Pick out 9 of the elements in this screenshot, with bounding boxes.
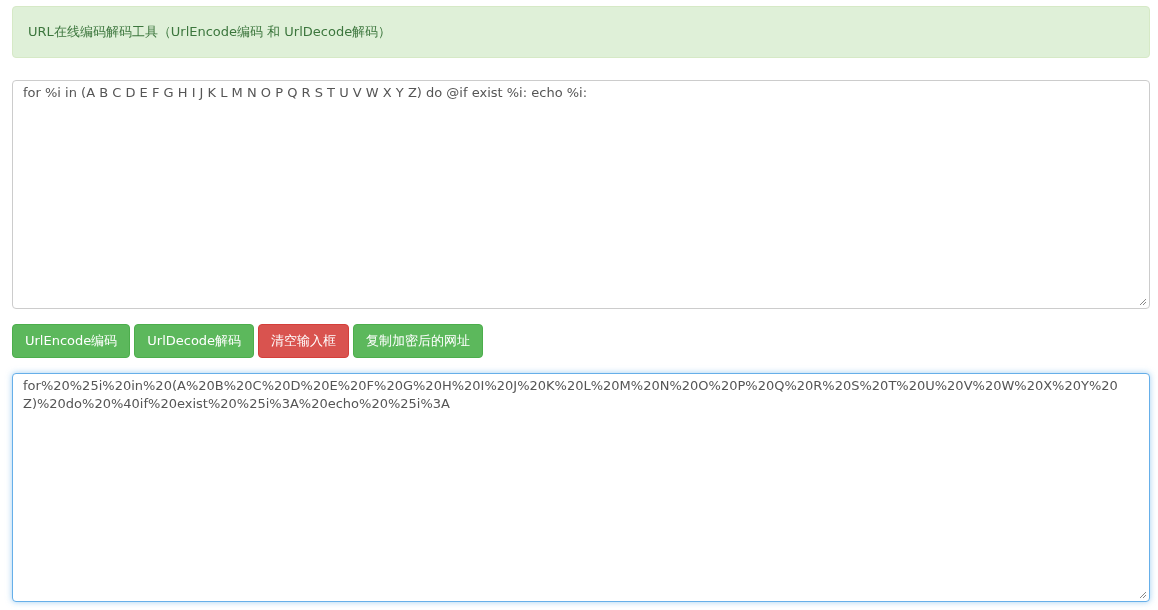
clear-button[interactable]: 清空输入框	[258, 324, 350, 358]
text-area-field[interactable]: for %i in (A B C D E F G H I J K L M N O P Q R S T U V W X Y Z) do @if exist %i: echo %i:	[12, 80, 1150, 309]
notice-banner: URL在线编码解码工具（UrlEncode编码 和 UrlDecode解码）	[12, 6, 1150, 58]
action-button[interactable]: UrlDecode解码	[134, 324, 255, 358]
resize-grip-icon[interactable]	[1139, 591, 1147, 599]
resize-grip-icon[interactable]	[1139, 298, 1147, 306]
action-button[interactable]: UrlEncode编码	[12, 324, 131, 358]
action-button[interactable]: 复制加密后的网址	[353, 324, 484, 358]
text-area-field[interactable]: for%20%25i%20in%20(A%20B%20C%20D%20E%20F%20G%20H%20I%20J%20K%20L%20M%20N%20O%20P%20Q%20R%20S%20T%20U%20V%20W%20X%20Y%20Z)%20do%20%40if%20exist%20%25i%3A%20echo%20%25i%3A	[12, 373, 1150, 602]
